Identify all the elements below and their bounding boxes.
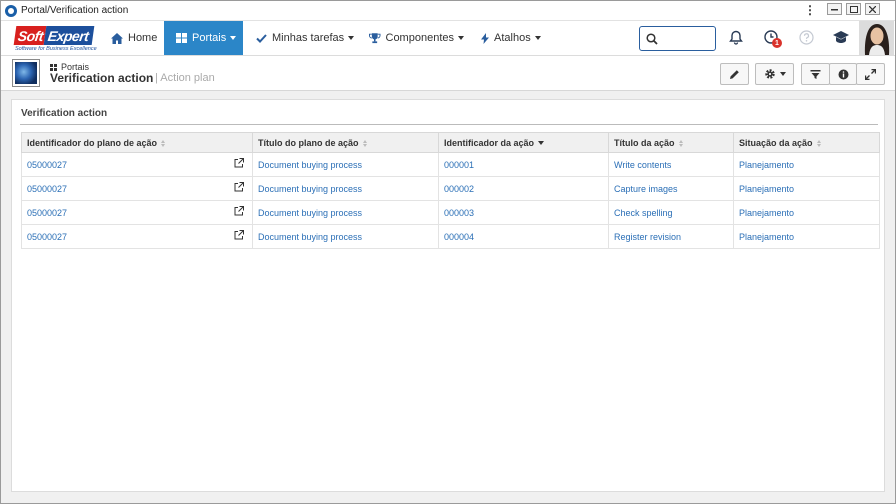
action-status-cell[interactable]: Planejamento [733,176,880,201]
nav-atalhos-label: Atalhos [494,32,531,44]
action-title-cell[interactable]: Register revision [608,224,734,249]
chevron-down-icon [458,36,464,40]
nav-portais-label: Portais [192,32,227,44]
chevron-down-icon [348,36,355,40]
action-id-cell[interactable]: 000001 [438,152,609,177]
minimize-icon[interactable] [827,3,842,15]
action-id-cell[interactable]: 000003 [438,200,609,225]
portal-thumbnail [12,59,40,87]
action-title-cell[interactable]: Check spelling [608,200,734,225]
nav-home[interactable]: Home [101,21,164,55]
table-row: 05000027 Document buying process 000004 … [21,224,880,249]
filter-icon [810,69,821,79]
bolt-icon [481,32,489,44]
search-input[interactable] [639,26,716,51]
nav-minhas-tarefas-label: Minhas tarefas [272,32,345,44]
table-row: 05000027 Document buying process 000003 … [21,200,880,225]
top-navbar: Soft Expert Software for Business Excell… [1,21,895,56]
search-icon [646,33,658,45]
help-icon[interactable] [799,30,814,45]
maximize-icon[interactable] [846,3,861,15]
plan-id-cell[interactable]: 05000027 [21,152,253,177]
sort-icon [816,139,822,147]
page-subtitle: | Action plan [155,72,215,84]
plan-id-cell[interactable]: 05000027 [21,176,253,201]
chevron-down-icon [230,36,237,40]
nav-home-label: Home [128,32,158,44]
avatar[interactable] [859,21,894,55]
notification-badge: 1 [772,38,782,48]
gear-icon [764,69,775,79]
info-icon [838,69,848,79]
nav-minhas-tarefas[interactable]: Minhas tarefas [256,21,356,55]
table-row: 05000027 Document buying process 000002 … [21,176,880,201]
pencil-icon [730,69,739,79]
expand-icon [865,68,876,80]
action-id-cell[interactable]: 000002 [438,176,609,201]
app-icon [5,4,17,17]
sort-icon [362,139,368,147]
nav-portais[interactable]: Portais [164,21,243,55]
chevron-down-icon [779,72,786,76]
action-title-cell[interactable]: Write contents [608,152,734,177]
info-button[interactable] [829,63,857,85]
expand-button[interactable] [856,63,885,85]
column-header-plan-title[interactable]: Título do plano de ação [252,132,439,153]
column-header-plan-id[interactable]: Identificador do plano de ação [21,132,253,153]
grid-icon [50,63,57,71]
plan-title-cell[interactable]: Document buying process [252,152,439,177]
graduation-cap-icon[interactable] [833,31,849,44]
column-header-action-title[interactable]: Título da ação [608,132,734,153]
action-status-cell[interactable]: Planejamento [733,200,880,225]
nav-componentes-label: Componentes [385,32,455,44]
action-status-cell[interactable]: Planejamento [733,152,880,177]
window-menu-icon[interactable]: ⋮ [804,4,816,16]
plan-id-cell[interactable]: 05000027 [21,224,253,249]
table-header-row: Identificador do plano de ação Título do… [21,132,880,153]
plan-id-cell[interactable]: 05000027 [21,200,253,225]
table-row: 05000027 Document buying process 000001 … [21,152,880,177]
sort-descending-icon [538,141,545,146]
filter-button[interactable] [801,63,830,85]
divider [20,124,878,125]
trophy-icon [369,32,381,43]
sort-icon [161,139,166,147]
nav-atalhos[interactable]: Atalhos [481,21,551,55]
window-titlebar: Portal/Verification action ⋮ [1,1,895,21]
column-header-action-status[interactable]: Situação da ação [733,132,880,153]
external-link-icon[interactable] [234,158,244,168]
close-icon[interactable] [865,3,880,15]
plan-title-cell[interactable]: Document buying process [252,224,439,249]
plan-title-cell[interactable]: Document buying process [252,176,439,201]
verification-action-panel: Verification action Identificador do pla… [11,99,885,492]
action-title-cell[interactable]: Capture images [608,176,734,201]
page-title: Verification action [50,71,154,85]
external-link-icon[interactable] [234,206,244,216]
window-title: Portal/Verification action [21,5,129,16]
check-icon [256,33,267,43]
softexpert-logo[interactable]: Soft Expert Software for Business Excell… [13,23,97,55]
external-link-icon[interactable] [234,230,244,240]
panel-title: Verification action [21,108,108,119]
page-header: Portais Verification action | Action pla… [1,56,895,91]
column-header-action-id[interactable]: Identificador da ação [438,132,609,153]
bell-icon[interactable] [729,30,743,45]
action-status-cell[interactable]: Planejamento [733,224,880,249]
external-link-icon[interactable] [234,182,244,192]
sort-icon [678,139,684,147]
plan-title-cell[interactable]: Document buying process [252,200,439,225]
actions-table: Identificador do plano de ação Título do… [21,132,880,249]
nav-componentes[interactable]: Componentes [369,21,464,55]
chevron-down-icon [534,36,541,40]
settings-button[interactable] [755,63,794,85]
edit-button[interactable] [720,63,749,85]
grid-icon [176,33,187,43]
home-icon [111,32,123,44]
action-id-cell[interactable]: 000004 [438,224,609,249]
